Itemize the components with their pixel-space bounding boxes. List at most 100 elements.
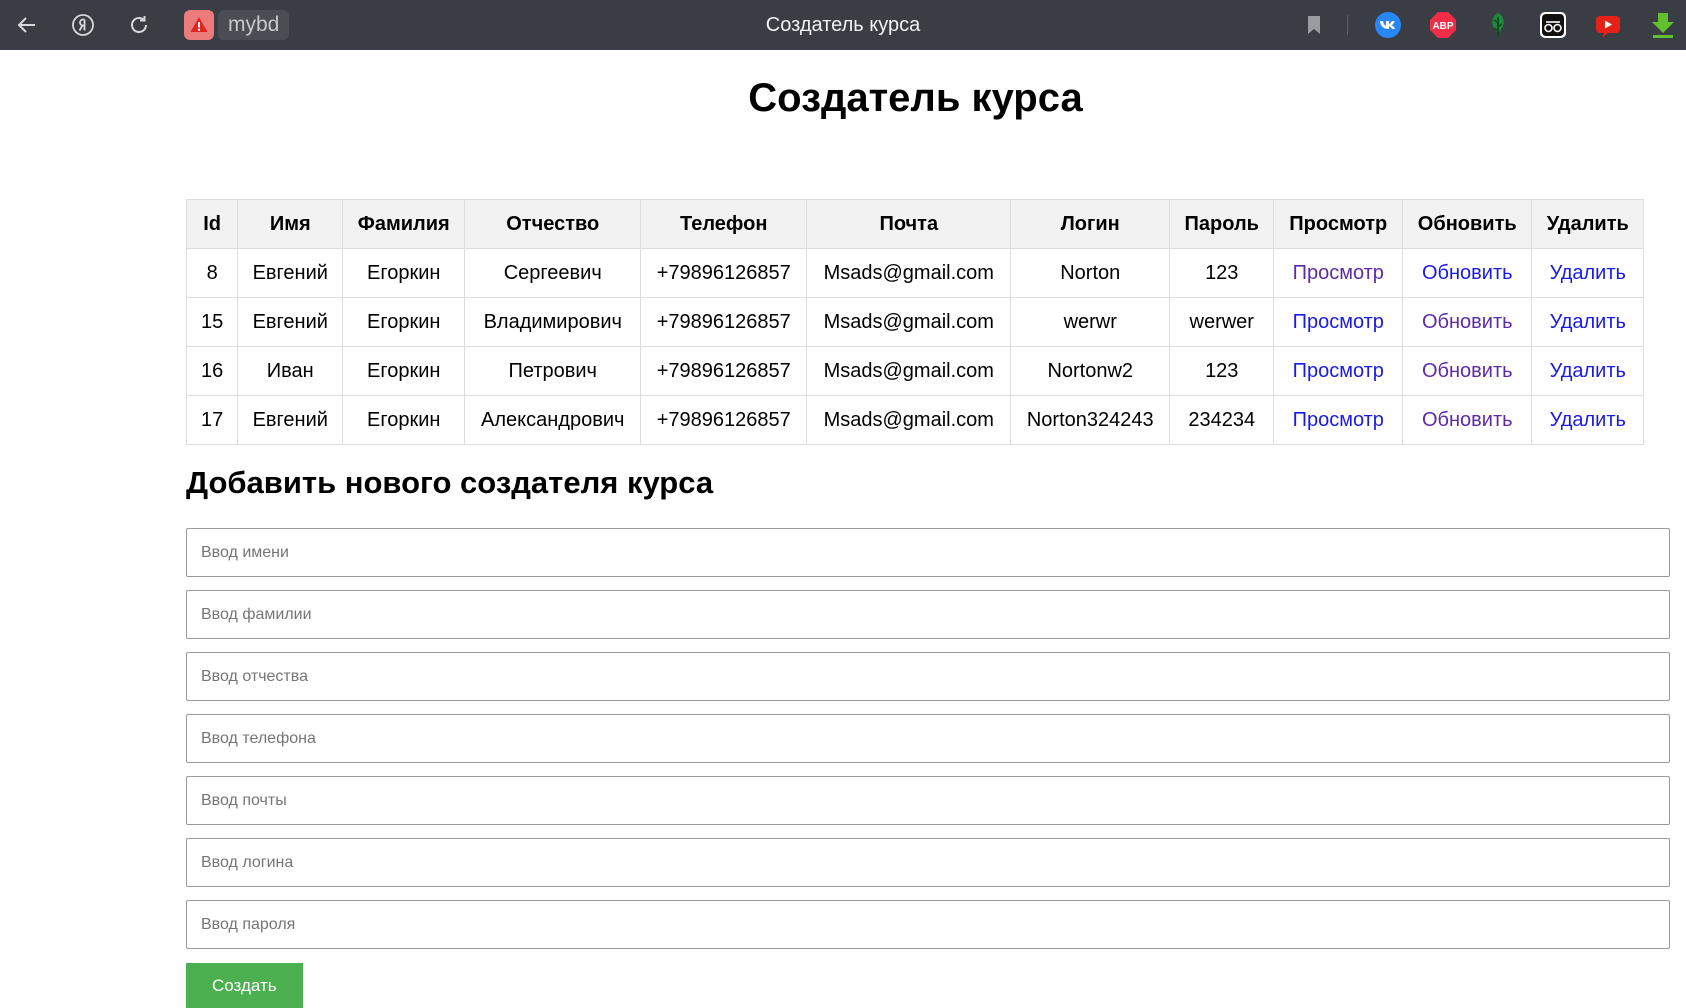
bookmark-icon[interactable] bbox=[1299, 10, 1329, 40]
cell-phone: +79896126857 bbox=[640, 297, 808, 347]
update-link[interactable]: Обновить bbox=[1422, 360, 1513, 382]
cell-first-name: Иван bbox=[237, 346, 344, 396]
leaf-icon[interactable] bbox=[1483, 10, 1513, 40]
column-header-email: Почта bbox=[806, 199, 1012, 249]
password-field[interactable] bbox=[186, 900, 1670, 949]
cell-update: Обновить bbox=[1402, 297, 1533, 347]
site-name[interactable]: mybd bbox=[218, 10, 290, 40]
cell-password: 123 bbox=[1169, 346, 1275, 396]
middle-name-field[interactable] bbox=[186, 652, 1670, 701]
site-identity[interactable]: mybd bbox=[184, 10, 290, 40]
cell-first-name: Евгений bbox=[237, 248, 344, 298]
cell-email: Msads@gmail.com bbox=[806, 346, 1012, 396]
cell-phone: +79896126857 bbox=[640, 395, 808, 445]
cell-password: 234234 bbox=[1169, 395, 1275, 445]
cell-id: 15 bbox=[185, 297, 239, 347]
update-link[interactable]: Обновить bbox=[1422, 409, 1513, 431]
view-link[interactable]: Просмотр bbox=[1293, 409, 1384, 431]
delete-link[interactable]: Удалить bbox=[1550, 262, 1626, 284]
cell-login: Nortonw2 bbox=[1010, 346, 1171, 396]
column-header-delete: Удалить bbox=[1531, 199, 1645, 249]
yandex-icon[interactable] bbox=[68, 10, 98, 40]
table-row: 15 Евгений Егоркин Владимирович +7989612… bbox=[185, 297, 1645, 347]
abp-label: ABP bbox=[1432, 21, 1453, 32]
login-field[interactable] bbox=[186, 838, 1670, 887]
page-title: Создатель курса bbox=[748, 76, 1083, 120]
column-header-last-name: Фамилия bbox=[342, 199, 466, 249]
cell-login: Norton324243 bbox=[1010, 395, 1171, 445]
delete-link[interactable]: Удалить bbox=[1550, 360, 1626, 382]
cell-password: werwer bbox=[1169, 297, 1275, 347]
cell-middle-name: Петрович bbox=[464, 346, 642, 396]
cell-id: 17 bbox=[185, 395, 239, 445]
download-icon[interactable] bbox=[1648, 10, 1678, 40]
cell-email: Msads@gmail.com bbox=[806, 297, 1012, 347]
add-creator-form: Создать bbox=[186, 528, 1670, 1008]
cell-id: 16 bbox=[185, 346, 239, 396]
table-row: 8 Евгений Егоркин Сергеевич +79896126857… bbox=[185, 248, 1645, 298]
reader-icon[interactable] bbox=[1538, 10, 1568, 40]
cell-phone: +79896126857 bbox=[640, 346, 808, 396]
create-button[interactable]: Создать bbox=[186, 963, 303, 1008]
view-link[interactable]: Просмотр bbox=[1293, 311, 1384, 333]
warning-icon[interactable] bbox=[184, 10, 214, 40]
adblock-icon[interactable]: ABP bbox=[1428, 10, 1458, 40]
cell-update: Обновить bbox=[1402, 346, 1533, 396]
cell-login: Norton bbox=[1010, 248, 1171, 298]
column-header-id: Id bbox=[185, 199, 239, 249]
add-section-title: Добавить нового создателя курса bbox=[186, 465, 714, 500]
cell-first-name: Евгений bbox=[237, 395, 344, 445]
table-row: 16 Иван Егоркин Петрович +79896126857 Ms… bbox=[185, 346, 1645, 396]
column-header-middle-name: Отчество bbox=[464, 199, 642, 249]
cell-view: Просмотр bbox=[1273, 346, 1404, 396]
first-name-field[interactable] bbox=[186, 528, 1670, 577]
last-name-field[interactable] bbox=[186, 590, 1670, 639]
cell-login: werwr bbox=[1010, 297, 1171, 347]
cell-delete: Удалить bbox=[1531, 248, 1645, 298]
page-content: Создатель курса Id Имя Фамилия Отчество … bbox=[0, 50, 1686, 1008]
back-arrow-icon[interactable] bbox=[12, 10, 42, 40]
cell-middle-name: Александрович bbox=[464, 395, 642, 445]
view-link[interactable]: Просмотр bbox=[1293, 262, 1384, 284]
cell-delete: Удалить bbox=[1531, 395, 1645, 445]
cell-delete: Удалить bbox=[1531, 297, 1645, 347]
phone-field[interactable] bbox=[186, 714, 1670, 763]
extensions-bar: ABP bbox=[1274, 0, 1678, 50]
table-row: 17 Евгений Егоркин Александрович +798961… bbox=[185, 395, 1645, 445]
cell-id: 8 bbox=[185, 248, 239, 298]
cell-last-name: Егоркин bbox=[342, 248, 466, 298]
cell-last-name: Егоркин bbox=[342, 297, 466, 347]
cell-password: 123 bbox=[1169, 248, 1275, 298]
cell-email: Msads@gmail.com bbox=[806, 395, 1012, 445]
column-header-phone: Телефон bbox=[640, 199, 808, 249]
cell-view: Просмотр bbox=[1273, 297, 1404, 347]
column-header-first-name: Имя bbox=[237, 199, 344, 249]
column-header-password: Пароль bbox=[1169, 199, 1275, 249]
cell-phone: +79896126857 bbox=[640, 248, 808, 298]
column-header-update: Обновить bbox=[1402, 199, 1533, 249]
cell-delete: Удалить bbox=[1531, 346, 1645, 396]
reload-icon[interactable] bbox=[124, 10, 154, 40]
youtube-icon[interactable] bbox=[1593, 10, 1623, 40]
cell-view: Просмотр bbox=[1273, 395, 1404, 445]
update-link[interactable]: Обновить bbox=[1422, 311, 1513, 333]
vk-icon[interactable] bbox=[1373, 10, 1403, 40]
cell-view: Просмотр bbox=[1273, 248, 1404, 298]
update-link[interactable]: Обновить bbox=[1422, 262, 1513, 284]
cell-update: Обновить bbox=[1402, 395, 1533, 445]
cell-first-name: Евгений bbox=[237, 297, 344, 347]
browser-toolbar: mybd Создатель курса ABP bbox=[0, 0, 1686, 50]
cell-middle-name: Владимирович bbox=[464, 297, 642, 347]
delete-link[interactable]: Удалить bbox=[1550, 311, 1626, 333]
table-header-row: Id Имя Фамилия Отчество Телефон Почта Ло… bbox=[185, 199, 1645, 249]
email-field[interactable] bbox=[186, 776, 1670, 825]
cell-update: Обновить bbox=[1402, 248, 1533, 298]
delete-link[interactable]: Удалить bbox=[1550, 409, 1626, 431]
cell-last-name: Егоркин bbox=[342, 346, 466, 396]
cell-last-name: Егоркин bbox=[342, 395, 466, 445]
divider bbox=[1347, 15, 1348, 35]
column-header-login: Логин bbox=[1010, 199, 1171, 249]
course-creators-table: Id Имя Фамилия Отчество Телефон Почта Ло… bbox=[185, 199, 1645, 445]
column-header-view: Просмотр bbox=[1273, 199, 1404, 249]
view-link[interactable]: Просмотр bbox=[1293, 360, 1384, 382]
